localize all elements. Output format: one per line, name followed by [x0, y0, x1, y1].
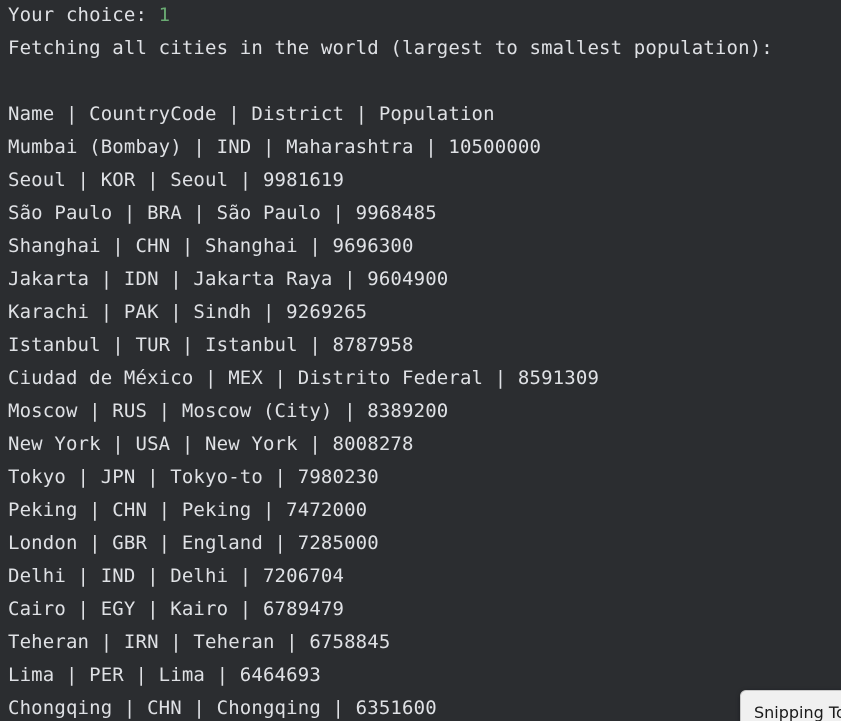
- table-row: Karachi | PAK | Sindh | 9269265: [8, 301, 368, 323]
- table-row: London | GBR | England | 7285000: [8, 532, 379, 554]
- console-output: Your choice: 1 Fetching all cities in th…: [0, 0, 841, 721]
- snipping-tool-tooltip[interactable]: Snipping To: [740, 690, 841, 721]
- table-row: Moscow | RUS | Moscow (City) | 8389200: [8, 400, 449, 422]
- table-row: Cairo | EGY | Kairo | 6789479: [8, 598, 345, 620]
- fetch-message: Fetching all cities in the world (larges…: [8, 37, 773, 59]
- table-row: Tokyo | JPN | Tokyo-to | 7980230: [8, 466, 379, 488]
- prompt-label: Your choice:: [8, 4, 159, 26]
- prompt-line: Your choice: 1: [8, 0, 170, 32]
- table-row: Shanghai | CHN | Shanghai | 9696300: [8, 235, 414, 257]
- table-row: Delhi | IND | Delhi | 7206704: [8, 565, 345, 587]
- table-row: Teheran | IRN | Teheran | 6758845: [8, 631, 391, 653]
- table-row: New York | USA | New York | 8008278: [8, 433, 414, 455]
- table-row: Mumbai (Bombay) | IND | Maharashtra | 10…: [8, 136, 542, 158]
- table-row: Lima | PER | Lima | 6464693: [8, 664, 321, 686]
- prompt-value: 1: [158, 4, 171, 26]
- table-row: São Paulo | BRA | São Paulo | 9968485: [8, 202, 437, 224]
- table-row: Istanbul | TUR | Istanbul | 8787958: [8, 334, 414, 356]
- table-row: Ciudad de México | MEX | Distrito Federa…: [8, 367, 600, 389]
- table-header: Name | CountryCode | District | Populati…: [8, 103, 495, 125]
- table-row: Chongqing | CHN | Chongqing | 6351600: [8, 697, 437, 719]
- table-row: Jakarta | IDN | Jakarta Raya | 9604900: [8, 268, 449, 290]
- table-row: Seoul | KOR | Seoul | 9981619: [8, 169, 345, 191]
- table-row: Peking | CHN | Peking | 7472000: [8, 499, 368, 521]
